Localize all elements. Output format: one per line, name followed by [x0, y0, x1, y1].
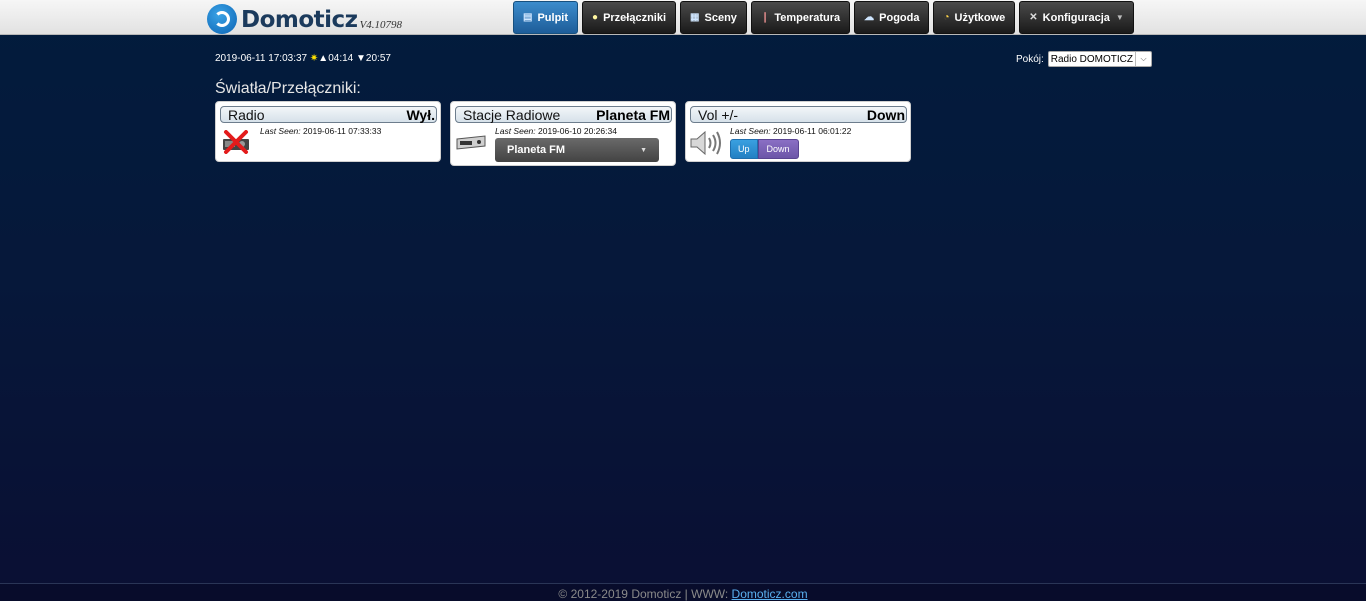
- device-status: Wył.: [406, 106, 435, 123]
- nav-scenes[interactable]: ▦ Sceny: [680, 1, 747, 34]
- footer-link[interactable]: Domoticz.com: [732, 587, 808, 601]
- scene-icon: ▦: [690, 12, 700, 23]
- lightbulb-icon: ●: [592, 12, 599, 23]
- device-card-volume: Vol +/- Down Last Seen: 2019-06-11 06:01…: [685, 101, 911, 162]
- device-name: Stacje Radiowe: [463, 106, 561, 123]
- footer-text: © 2012-2019 Domoticz | WWW:: [558, 587, 732, 601]
- nav-configuration[interactable]: ✕ Konfiguracja ▼: [1019, 1, 1134, 34]
- current-datetime: 2019-06-11 17:03:37: [215, 53, 308, 64]
- section-title: Światła/Przełączniki:: [215, 80, 361, 97]
- brand-name: Domoticz: [241, 7, 358, 33]
- volume-up-button[interactable]: Up: [730, 139, 758, 159]
- room-filter: Pokój: Radio DOMOTICZ ⌵: [1016, 51, 1152, 67]
- main-nav: ▤ Pulpit ● Przełączniki ▦ Sceny ❘ Temper…: [513, 1, 1138, 34]
- sunrise-icon: ▲: [318, 53, 329, 64]
- speaker-icon[interactable]: [689, 128, 723, 163]
- chevron-down-icon: ▼: [1115, 13, 1124, 22]
- nav-weather[interactable]: ☁ Pogoda: [854, 1, 930, 34]
- card-header: Radio Wył.: [220, 106, 437, 123]
- footer: © 2012-2019 Domoticz | WWW: Domoticz.com: [0, 583, 1366, 601]
- status-line: 2019-06-11 17:03:37 ✷▲04:14 ▼20:57: [215, 53, 391, 64]
- room-label: Pokój:: [1015, 53, 1044, 65]
- thermometer-icon: ❘: [760, 12, 770, 23]
- device-name: Radio: [228, 106, 265, 123]
- station-select[interactable]: Planeta FM ▼: [495, 138, 659, 162]
- tools-icon: ✕: [1029, 12, 1038, 23]
- radio-off-icon[interactable]: [220, 130, 252, 159]
- logo[interactable]: Domoticz V4.10798: [207, 3, 402, 34]
- volume-down-button[interactable]: Down: [757, 139, 799, 159]
- sunset-icon: ▼: [356, 53, 366, 64]
- utility-icon: ◔: [943, 12, 950, 23]
- chevron-down-icon: ⌵: [1135, 52, 1151, 66]
- device-card-radio: Radio Wył. Last Seen: 2019-06-11 07:33:3…: [215, 101, 441, 162]
- sunset-time: 20:57: [365, 53, 391, 64]
- nav-pulpit[interactable]: ▤ Pulpit: [513, 1, 579, 34]
- device-card-radio-stations: Stacje Radiowe Planeta FM Last Seen: 201…: [450, 101, 676, 166]
- brand-version: V4.10798: [359, 19, 403, 31]
- chevron-down-icon: ▼: [640, 146, 647, 154]
- domoticz-logo-icon: [207, 4, 237, 34]
- device-name: Vol +/-: [698, 106, 739, 123]
- card-header: Stacje Radiowe Planeta FM: [455, 106, 672, 123]
- volume-button-group: Up Down: [730, 139, 799, 159]
- cloud-icon: ☁: [864, 12, 875, 23]
- last-seen: Last Seen: 2019-06-11 07:33:33: [260, 126, 382, 136]
- last-seen: Last Seen: 2019-06-11 06:01:22: [730, 126, 852, 136]
- device-status: Down: [866, 106, 905, 123]
- nav-utility[interactable]: ◔ Użytkowe: [933, 1, 1016, 34]
- device-status: Planeta FM: [596, 106, 670, 123]
- radio-receiver-icon[interactable]: [455, 132, 487, 157]
- room-select[interactable]: Radio DOMOTICZ ⌵: [1047, 51, 1152, 67]
- nav-switches[interactable]: ● Przełączniki: [582, 1, 677, 34]
- last-seen: Last Seen: 2019-06-10 20:26:34: [495, 126, 617, 136]
- card-header: Vol +/- Down: [690, 106, 907, 123]
- top-navbar: Domoticz V4.10798 ▤ Pulpit ● Przełącznik…: [0, 0, 1366, 35]
- dashboard-icon: ▤: [523, 12, 533, 23]
- sunrise-time: 04:14: [328, 53, 354, 64]
- nav-temperature[interactable]: ❘ Temperatura: [750, 1, 851, 34]
